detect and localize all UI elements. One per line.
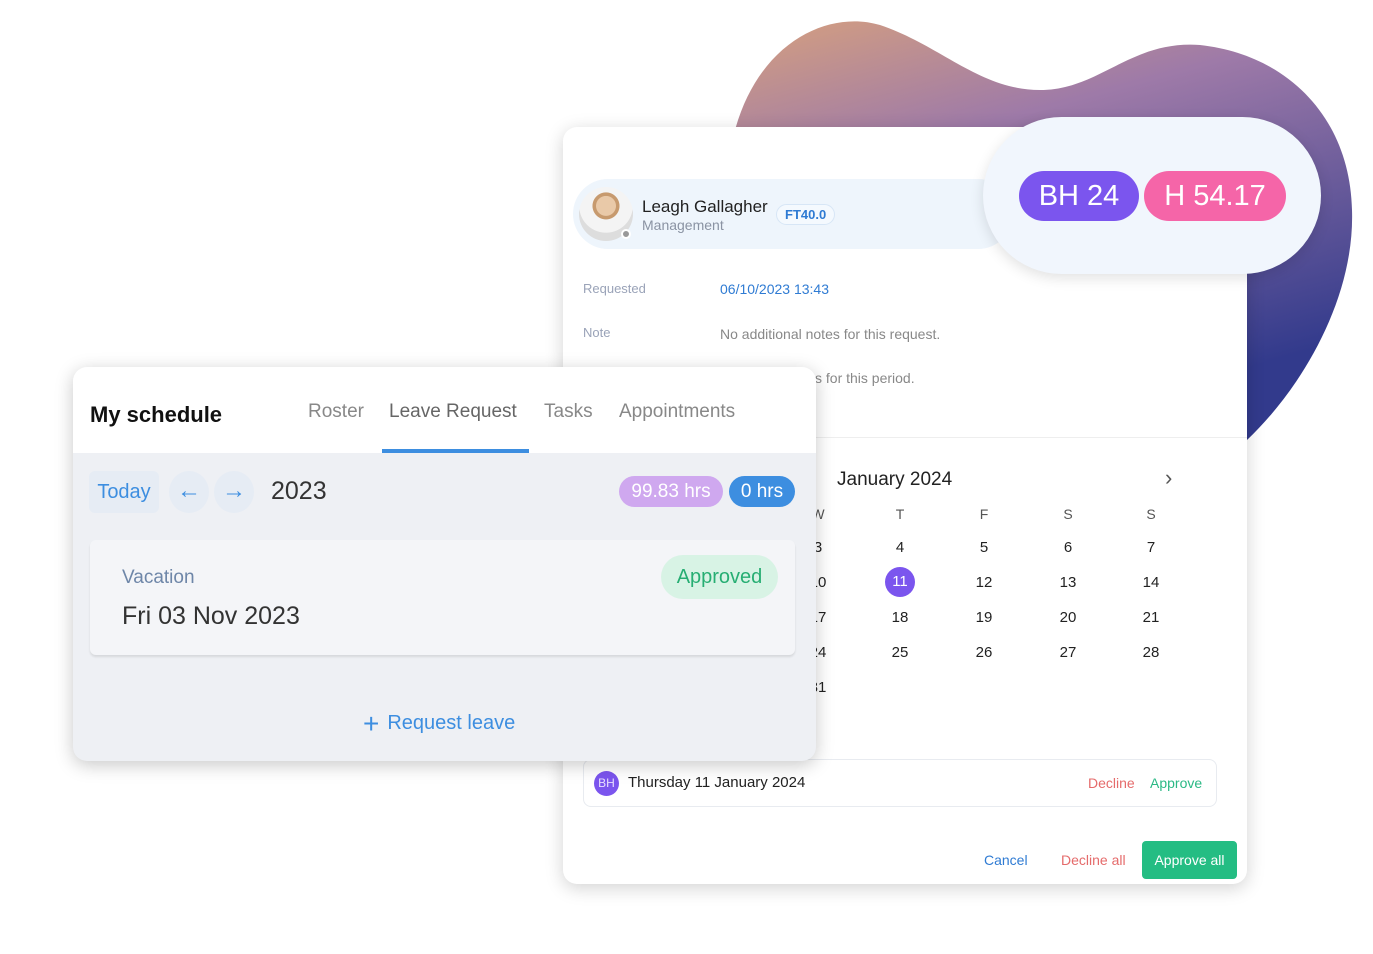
bank-holiday-balance: BH 24 [1019, 171, 1139, 221]
next-arrow-icon[interactable]: → [214, 471, 254, 513]
calendar-day[interactable]: 4 [885, 539, 915, 556]
tab-tasks[interactable]: Tasks [544, 401, 593, 423]
decline-button[interactable]: Decline [1088, 775, 1135, 791]
user-department: Management [642, 217, 724, 233]
status-dot [621, 229, 631, 239]
calendar-day[interactable]: 28 [1136, 644, 1166, 661]
tab-appointments[interactable]: Appointments [619, 401, 735, 423]
plus-icon: + [363, 708, 380, 739]
calendar-day[interactable]: 7 [1136, 539, 1166, 556]
period-note: s for this period. [815, 370, 915, 386]
approve-button[interactable]: Approve [1150, 775, 1202, 791]
approved-hours-badge: 0 hrs [729, 476, 795, 507]
next-month-chevron-icon[interactable]: › [1165, 465, 1172, 491]
calendar-day[interactable]: 26 [969, 644, 999, 661]
leave-card[interactable]: Vacation Fri 03 Nov 2023 Approved [90, 540, 795, 655]
leave-day-date: Thursday 11 January 2024 [628, 774, 806, 791]
approve-all-button[interactable]: Approve all [1142, 841, 1237, 879]
weekday-header: S [1063, 506, 1073, 522]
leave-day-row: BH Thursday 11 January 2024 Decline Appr… [583, 759, 1217, 807]
calendar-day[interactable]: 13 [1053, 574, 1083, 591]
pending-hours-badge: 99.83 hrs [619, 476, 723, 507]
calendar-day[interactable]: 12 [969, 574, 999, 591]
weekday-header: F [979, 506, 989, 522]
tab-roster[interactable]: Roster [308, 401, 364, 423]
schedule-title: My schedule [90, 402, 223, 427]
calendar-day[interactable]: 25 [885, 644, 915, 661]
status-badge: Approved [661, 555, 778, 599]
calendar-day[interactable]: 20 [1053, 609, 1083, 626]
decline-all-button[interactable]: Decline all [1061, 852, 1126, 868]
request-leave-button[interactable]: + Request leave [363, 708, 515, 740]
leave-type: Vacation [122, 567, 195, 588]
calendar-day[interactable]: 5 [969, 539, 999, 556]
cancel-button[interactable]: Cancel [984, 852, 1028, 868]
calendar-day[interactable]: 27 [1053, 644, 1083, 661]
calendar-day[interactable]: 18 [885, 609, 915, 626]
calendar-day[interactable]: 19 [969, 609, 999, 626]
calendar-month: January 2024 [837, 469, 953, 490]
balance-bubble: BH 24 H 54.17 [983, 117, 1321, 274]
active-tab-indicator [382, 449, 529, 453]
holiday-balance: H 54.17 [1144, 171, 1286, 221]
note-label: Note [583, 325, 611, 340]
my-schedule-card: My schedule Roster Leave Request Tasks A… [73, 367, 816, 761]
user-name: Leagh Gallagher [642, 197, 768, 216]
weekday-header: S [1146, 506, 1156, 522]
tab-leave-request[interactable]: Leave Request [389, 401, 517, 423]
request-leave-label: Request leave [387, 712, 516, 734]
calendar-day[interactable]: 6 [1053, 539, 1083, 556]
prev-arrow-icon[interactable]: ← [169, 471, 209, 513]
year-label: 2023 [271, 477, 327, 505]
requested-label: Requested [583, 281, 646, 296]
today-button[interactable]: Today [89, 471, 159, 513]
leave-date: Fri 03 Nov 2023 [122, 602, 300, 630]
requested-value: 06/10/2023 13:43 [720, 281, 829, 297]
contract-badge: FT40.0 [776, 204, 836, 225]
bh-badge: BH [594, 771, 619, 796]
weekday-header: T [895, 506, 905, 522]
calendar-day[interactable]: 14 [1136, 574, 1166, 591]
calendar-day[interactable]: 21 [1136, 609, 1166, 626]
calendar-day-selected[interactable]: 11 [885, 567, 915, 597]
note-value: No additional notes for this request. [720, 326, 941, 342]
